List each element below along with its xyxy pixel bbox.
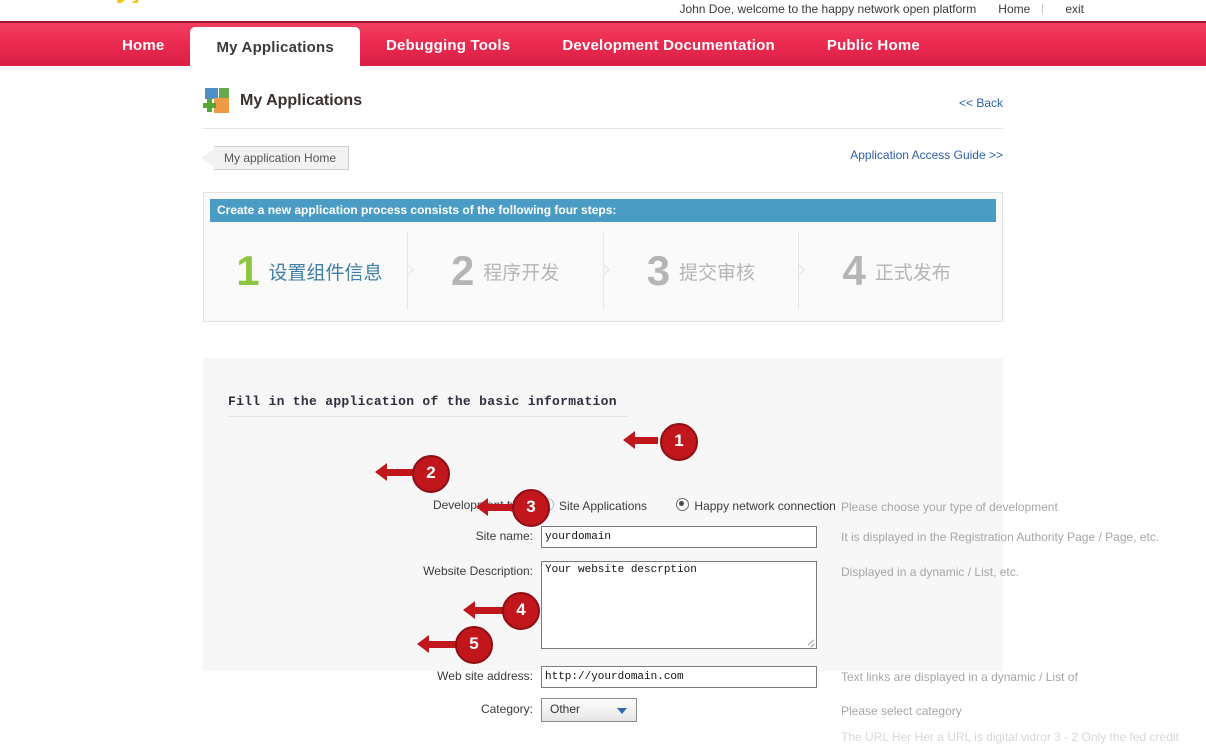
annotation-marker-4: 4: [502, 592, 540, 630]
marker-3-arrow: [476, 498, 515, 516]
step-3-label: 提交审核: [679, 262, 756, 284]
radio-site-applications-label: Site Applications: [559, 499, 648, 513]
annotation-marker-2: 2: [412, 455, 450, 493]
site-name-label: Site name:: [475, 529, 533, 543]
step-4-number: 4: [842, 247, 866, 294]
development-type-hint: Please choose your type of development: [841, 500, 1058, 514]
radio-happy-network-connection-label: Happy network connection: [694, 499, 836, 513]
website-address-field-wrap: [541, 666, 817, 688]
website-description-field-wrap: [541, 561, 817, 652]
steps-bar-title: Create a new application process consist…: [210, 199, 996, 222]
site-name-field-wrap: [541, 526, 817, 548]
page-body: My Applications << Back My application H…: [0, 66, 1206, 744]
nav-tab-development-documentation[interactable]: Development Documentation: [536, 23, 801, 68]
step-separator-3: [798, 232, 800, 310]
site-name-hint: It is displayed in the Registration Auth…: [841, 530, 1160, 544]
step-3[interactable]: 3 提交审核: [604, 250, 799, 292]
step-1[interactable]: 1 设置组件信息: [212, 250, 407, 292]
radio-option-happy-network-connection[interactable]: Happy network connection: [676, 498, 836, 513]
category-hint: Please select category: [841, 704, 962, 718]
step-1-label: 设置组件信息: [268, 262, 383, 284]
step-separator-2: [602, 232, 604, 310]
steps-panel: Create a new application process consist…: [203, 192, 1003, 322]
category-select-value: Other: [550, 702, 581, 716]
nav-tab-list: Home My Applications Debugging Tools Dev…: [96, 23, 946, 68]
welcome-text: John Doe, welcome to the happy network o…: [679, 2, 977, 16]
step-4-label: 正式发布: [874, 262, 951, 284]
top-utility-right: John Doe, welcome to the happy network o…: [679, 2, 1084, 16]
topbar-divider: [1042, 4, 1044, 14]
site-logo-icon: [117, 0, 146, 10]
site-name-input[interactable]: [541, 526, 817, 548]
step-separator-1: [406, 232, 408, 310]
annotation-marker-3: 3: [512, 489, 550, 527]
annotation-marker-5: 5: [455, 626, 493, 664]
form-section-title: Fill in the application of the basic inf…: [228, 394, 617, 409]
marker-1-arrow: [623, 431, 658, 449]
page-header: My Applications: [203, 88, 362, 114]
website-description-hint: Displayed in a dynamic / List, etc.: [841, 565, 1020, 579]
marker-4-arrow: [463, 601, 504, 619]
radio-happy-network-connection-icon[interactable]: [676, 498, 690, 511]
chevron-down-icon[interactable]: [617, 708, 627, 714]
development-type-options: Site Applications Happy network connecti…: [541, 498, 862, 513]
application-form-panel: Fill in the application of the basic inf…: [203, 358, 1179, 744]
form-title-divider: [228, 416, 628, 417]
nav-tab-home[interactable]: Home: [96, 23, 190, 68]
radio-option-site-applications[interactable]: Site Applications: [541, 498, 650, 513]
step-2-number: 2: [450, 247, 475, 294]
step-3-number: 3: [646, 247, 671, 294]
website-address-input[interactable]: [541, 666, 817, 688]
category-select[interactable]: Other: [541, 698, 637, 722]
back-link[interactable]: << Back: [959, 96, 1003, 110]
topbar-exit-link[interactable]: exit: [1065, 2, 1084, 16]
marker-5-arrow: [417, 635, 456, 653]
nav-tab-debugging-tools[interactable]: Debugging Tools: [360, 23, 536, 68]
marker-2-arrow: [375, 463, 414, 481]
step-2-label: 程序开发: [483, 262, 560, 284]
clipped-bottom-hint: The URL Her Her a URL is digital vidror …: [841, 730, 1179, 744]
page-title: My Applications: [240, 92, 363, 109]
step-2[interactable]: 2 程序开发: [408, 250, 603, 292]
website-description-label: Website Description:: [423, 564, 533, 578]
website-address-label: Web site address:: [437, 669, 533, 683]
annotation-marker-1: 1: [660, 423, 698, 461]
nav-tab-my-applications[interactable]: My Applications: [190, 27, 360, 68]
step-4[interactable]: 4 正式发布: [799, 250, 994, 292]
applications-blocks-icon: [203, 88, 231, 114]
top-utility-bar: John Doe, welcome to the happy network o…: [0, 0, 1206, 21]
step-1-number: 1: [236, 247, 260, 294]
breadcrumb-my-application-home[interactable]: My application Home: [214, 146, 350, 170]
website-address-hint: Text links are displayed in a dynamic / …: [841, 670, 1078, 684]
topbar-home-link[interactable]: Home: [998, 2, 1030, 16]
header-divider: [203, 128, 1003, 129]
category-label: Category:: [480, 702, 533, 716]
nav-tab-public-home[interactable]: Public Home: [801, 23, 946, 68]
main-navigation: Home My Applications Debugging Tools Dev…: [0, 21, 1206, 68]
application-access-guide-link[interactable]: Application Access Guide >>: [850, 148, 1003, 162]
website-description-textarea[interactable]: [541, 561, 817, 649]
steps-list: 1 设置组件信息 2 程序开发 3 提交审核 4 正式发布: [212, 229, 994, 313]
category-field-wrap: Other: [541, 698, 637, 722]
